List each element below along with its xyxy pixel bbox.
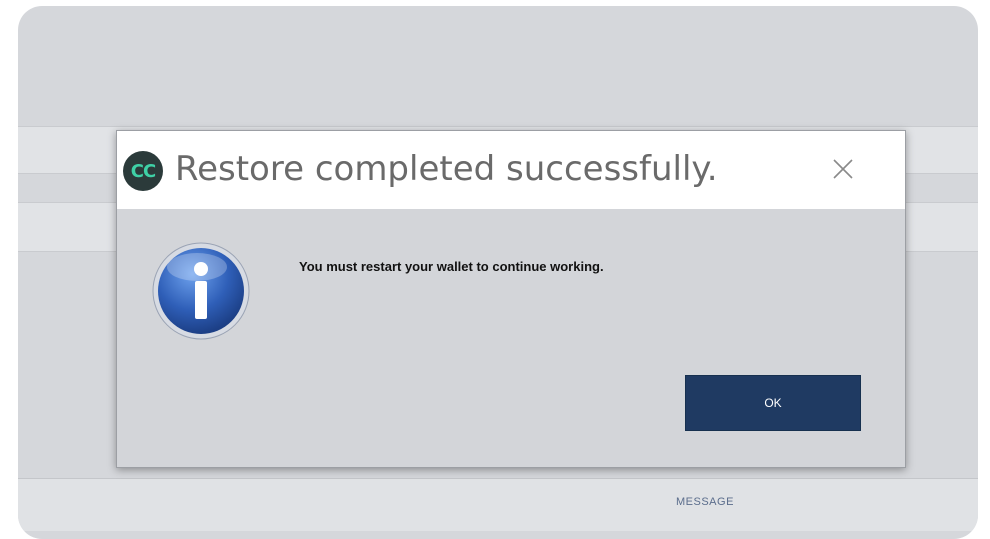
close-button[interactable] [821,147,865,191]
info-icon [152,242,250,340]
dialog-title: Restore completed successfully. [175,149,718,189]
close-icon [833,159,853,179]
app-logo-icon: CC [123,151,163,191]
app-logo-text: CC [130,160,156,182]
restore-dialog: CC Restore completed successfully. You m… [116,130,906,468]
footer-bar: MESSAGE [18,478,978,531]
dialog-message: You must restart your wallet to continue… [299,259,604,274]
dialog-titlebar: CC Restore completed successfully. [117,131,905,209]
ok-button[interactable]: OK [685,375,861,431]
footer-message-label: MESSAGE [676,496,734,508]
ok-button-label: OK [764,396,782,410]
